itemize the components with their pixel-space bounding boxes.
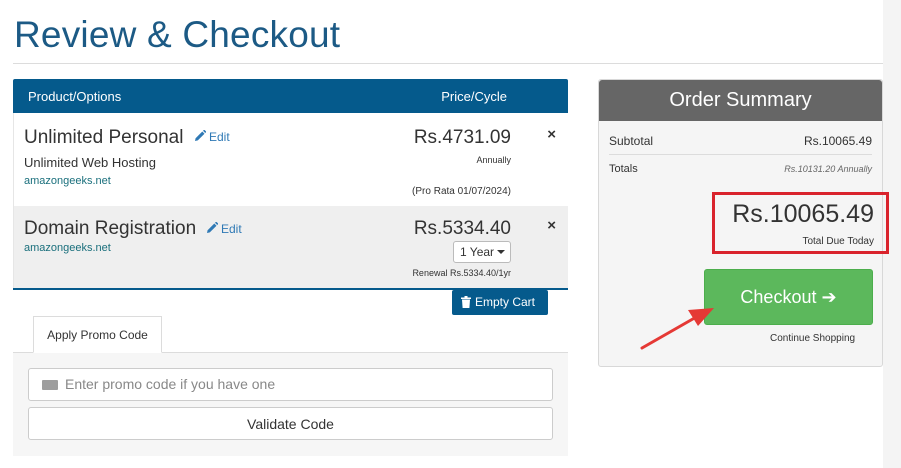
checkout-button[interactable]: Checkout ➔ xyxy=(704,269,873,325)
total-due-highlight: Rs.10065.49 Total Due Today xyxy=(712,192,889,254)
term-select[interactable]: 1 Year xyxy=(453,241,511,263)
totals-label: Totals xyxy=(609,163,638,175)
promo-code-input[interactable]: Enter promo code if you have one xyxy=(28,368,553,401)
annotation-arrow-icon xyxy=(640,308,714,350)
edit-item-link[interactable]: Edit xyxy=(194,130,230,144)
arrow-right-icon: ➔ xyxy=(821,287,837,307)
item-prorata: (Pro Rata 01/07/2024) xyxy=(412,186,511,197)
header-price-cycle: Price/Cycle xyxy=(441,89,507,104)
item-billing-cycle: Annually xyxy=(476,155,511,165)
validate-code-button[interactable]: Validate Code xyxy=(28,407,553,440)
item-price: Rs.4731.09 xyxy=(413,127,511,148)
total-due-amount: Rs.10065.49 xyxy=(732,200,874,228)
header-product-options: Product/Options xyxy=(28,89,122,104)
remove-item-icon[interactable]: × xyxy=(547,217,556,234)
empty-cart-button[interactable]: Empty Cart xyxy=(452,290,548,315)
continue-shopping-link[interactable]: Continue Shopping xyxy=(770,333,855,344)
item-name: Domain Registration xyxy=(24,218,197,239)
cart-item-domain: Domain Registration Edit amazongeeks.net… xyxy=(13,206,568,288)
item-domain: amazongeeks.net xyxy=(24,242,111,254)
ticket-icon xyxy=(42,380,58,390)
item-domain: amazongeeks.net xyxy=(24,175,111,187)
order-summary-title: Order Summary xyxy=(599,80,882,121)
pencil-icon xyxy=(207,222,218,233)
pencil-icon xyxy=(195,130,206,141)
summary-divider xyxy=(609,154,872,155)
edit-item-link[interactable]: Edit xyxy=(206,222,242,236)
cart-table: Product/Options Price/Cycle Unlimited Pe… xyxy=(13,79,568,290)
page-title: Review & Checkout xyxy=(14,14,341,55)
term-selected-value: 1 Year xyxy=(460,245,495,259)
subtotal-value: Rs.10065.49 xyxy=(803,134,872,148)
subtotal-row: Subtotal Rs.10065.49 xyxy=(609,134,872,148)
edit-label: Edit xyxy=(209,130,230,144)
title-divider xyxy=(13,63,883,64)
item-description: Unlimited Web Hosting xyxy=(24,155,156,170)
totals-value: Rs.10131.20 Annually xyxy=(784,164,872,174)
subtotal-label: Subtotal xyxy=(609,134,654,148)
cart-item-hosting: Unlimited Personal Edit Unlimited Web Ho… xyxy=(13,113,568,206)
total-due-label: Total Due Today xyxy=(802,236,874,247)
totals-row: Totals Rs.10131.20 Annually xyxy=(609,163,872,175)
promo-code-placeholder: Enter promo code if you have one xyxy=(65,376,276,392)
remove-item-icon[interactable]: × xyxy=(547,126,556,143)
item-price: Rs.5334.40 xyxy=(413,218,511,239)
tab-apply-promo-code[interactable]: Apply Promo Code xyxy=(33,316,162,353)
item-renewal-price: Renewal Rs.5334.40/1yr xyxy=(412,268,511,278)
item-name: Unlimited Personal xyxy=(24,127,184,148)
checkout-label: Checkout xyxy=(740,287,817,307)
empty-cart-label: Empty Cart xyxy=(475,295,536,309)
cart-header: Product/Options Price/Cycle xyxy=(13,79,568,113)
edit-label: Edit xyxy=(221,222,242,236)
caret-down-icon xyxy=(497,250,506,254)
trash-icon xyxy=(461,296,471,308)
